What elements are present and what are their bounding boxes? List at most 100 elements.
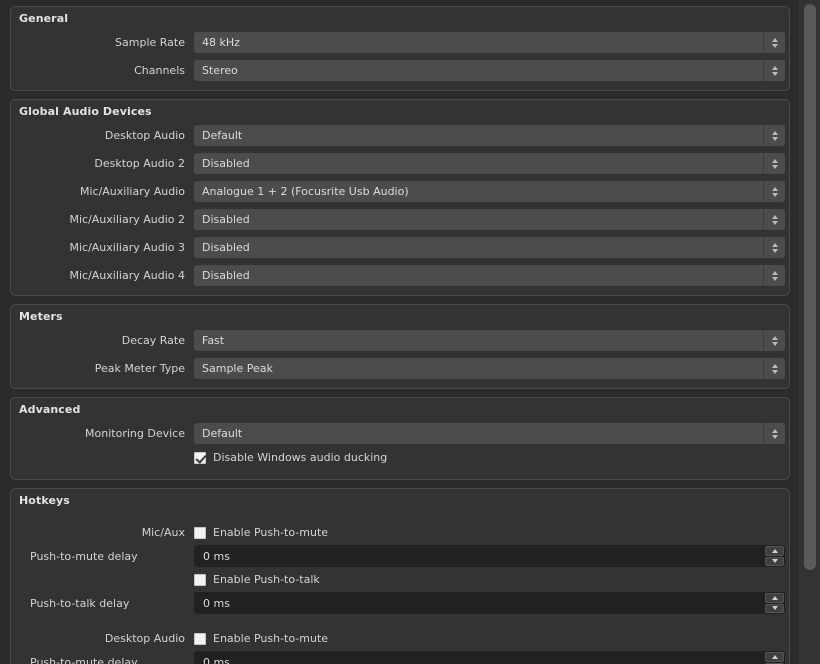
scrollbar-thumb[interactable] bbox=[804, 4, 816, 570]
hotkeys-block-mic-aux: Mic/Aux Enable Push-to-mute Push-to-mute… bbox=[11, 526, 789, 614]
group-hotkeys: Hotkeys Mic/Aux Enable Push-to-mute Push… bbox=[10, 488, 790, 664]
row-mic-auxiliary-audio-3: Mic/Auxiliary Audio 3 Disabled bbox=[11, 237, 789, 258]
label-mic-auxiliary-audio-3: Mic/Auxiliary Audio 3 bbox=[69, 241, 185, 254]
vertical-scrollbar[interactable] bbox=[798, 0, 820, 664]
label-mic-aux-push-to-talk-delay: Push-to-talk delay bbox=[30, 596, 130, 610]
row-mic-auxiliary-audio-2: Mic/Auxiliary Audio 2 Disabled bbox=[11, 209, 789, 230]
spinbox-desktop-audio-push-to-mute-delay-value: 0 ms bbox=[203, 655, 230, 664]
combobox-sample-rate-value: 48 kHz bbox=[202, 36, 240, 49]
combobox-mic-auxiliary-audio-3[interactable]: Disabled bbox=[194, 237, 785, 258]
label-sample-rate: Sample Rate bbox=[115, 36, 185, 49]
label-mic-aux-push-to-talk: Enable Push-to-talk bbox=[213, 573, 320, 586]
combobox-mic-auxiliary-audio-2[interactable]: Disabled bbox=[194, 209, 785, 230]
group-general: General Sample Rate 48 kHz Channels Ster… bbox=[10, 6, 790, 91]
label-mic-auxiliary-audio: Mic/Auxiliary Audio bbox=[79, 185, 185, 198]
group-title-advanced: Advanced bbox=[19, 403, 81, 416]
spinner-up-icon[interactable] bbox=[765, 652, 784, 662]
row-mic-auxiliary-audio: Mic/Auxiliary Audio Analogue 1 + 2 (Focu… bbox=[11, 181, 789, 202]
spinner-down-icon[interactable] bbox=[765, 603, 784, 613]
group-advanced: Advanced Monitoring Device Default Disab… bbox=[10, 397, 790, 480]
label-mic-aux-push-to-mute: Enable Push-to-mute bbox=[213, 526, 329, 539]
chevron-updown-icon[interactable] bbox=[763, 209, 785, 230]
chevron-updown-icon[interactable] bbox=[763, 32, 785, 53]
combobox-mic-auxiliary-audio[interactable]: Analogue 1 + 2 (Focusrite Usb Audio) bbox=[194, 181, 785, 202]
row-mic-auxiliary-audio-4: Mic/Auxiliary Audio 4 Disabled bbox=[11, 265, 789, 286]
label-mic-auxiliary-audio-4: Mic/Auxiliary Audio 4 bbox=[69, 269, 185, 282]
chevron-updown-icon[interactable] bbox=[763, 265, 785, 286]
row-monitoring-device: Monitoring Device Default bbox=[11, 423, 789, 444]
group-title-global-audio-devices: Global Audio Devices bbox=[19, 105, 152, 118]
combobox-desktop-audio-2-value: Disabled bbox=[202, 157, 250, 170]
chevron-updown-icon[interactable] bbox=[763, 358, 785, 379]
combobox-channels-value: Stereo bbox=[202, 64, 238, 77]
row-mic-aux-push-to-talk: Enable Push-to-talk bbox=[11, 573, 789, 586]
group-meters: Meters Decay Rate Fast Peak Meter Type S… bbox=[10, 304, 790, 389]
label-desktop-audio-hotkeys: Desktop Audio bbox=[104, 632, 185, 645]
chevron-updown-icon[interactable] bbox=[763, 181, 785, 202]
settings-scroll-viewport: General Sample Rate 48 kHz Channels Ster… bbox=[0, 0, 798, 664]
hotkeys-block-desktop-audio: Desktop Audio Enable Push-to-mute Push-t… bbox=[11, 632, 789, 664]
combobox-channels[interactable]: Stereo bbox=[194, 60, 785, 81]
group-global-audio-devices: Global Audio Devices Desktop Audio Defau… bbox=[10, 99, 790, 296]
combobox-mic-auxiliary-audio-value: Analogue 1 + 2 (Focusrite Usb Audio) bbox=[202, 185, 409, 198]
chevron-updown-icon[interactable] bbox=[763, 423, 785, 444]
label-desktop-audio: Desktop Audio bbox=[104, 129, 185, 142]
label-monitoring-device: Monitoring Device bbox=[85, 427, 185, 440]
combobox-desktop-audio-value: Default bbox=[202, 129, 243, 142]
chevron-updown-icon[interactable] bbox=[763, 153, 785, 174]
label-desktop-audio-push-to-mute-delay: Push-to-mute delay bbox=[30, 655, 138, 664]
label-desktop-audio-2: Desktop Audio 2 bbox=[94, 157, 185, 170]
group-title-meters: Meters bbox=[19, 310, 63, 323]
label-peak-meter-type: Peak Meter Type bbox=[94, 362, 185, 375]
combobox-mic-auxiliary-audio-3-value: Disabled bbox=[202, 241, 250, 254]
label-mic-aux-push-to-mute-delay: Push-to-mute delay bbox=[30, 549, 138, 563]
combobox-mic-auxiliary-audio-4-value: Disabled bbox=[202, 269, 250, 282]
row-peak-meter-type: Peak Meter Type Sample Peak bbox=[11, 358, 789, 379]
label-mic-auxiliary-audio-2: Mic/Auxiliary Audio 2 bbox=[69, 213, 185, 226]
row-sample-rate: Sample Rate 48 kHz bbox=[11, 32, 789, 53]
row-desktop-audio-2: Desktop Audio 2 Disabled bbox=[11, 153, 789, 174]
row-channels: Channels Stereo bbox=[11, 60, 789, 81]
spinbox-mic-aux-push-to-mute-delay[interactable]: 0 ms bbox=[194, 545, 785, 567]
row-mic-aux-push-to-mute: Mic/Aux Enable Push-to-mute bbox=[11, 526, 789, 539]
checkbox-mic-aux-push-to-talk[interactable] bbox=[194, 573, 206, 586]
spinner-up-icon[interactable] bbox=[765, 546, 784, 556]
chevron-updown-icon[interactable] bbox=[763, 330, 785, 351]
spinbox-mic-aux-push-to-mute-delay-value: 0 ms bbox=[203, 549, 230, 563]
combobox-peak-meter-type[interactable]: Sample Peak bbox=[194, 358, 785, 379]
label-mic-aux: Mic/Aux bbox=[141, 526, 185, 539]
combobox-mic-auxiliary-audio-4[interactable]: Disabled bbox=[194, 265, 785, 286]
group-title-general: General bbox=[19, 12, 69, 25]
checkbox-disable-windows-audio-ducking[interactable] bbox=[194, 451, 206, 464]
combobox-peak-meter-type-value: Sample Peak bbox=[202, 362, 273, 375]
row-mic-aux-push-to-mute-delay: Push-to-mute delay 0 ms bbox=[11, 545, 789, 567]
combobox-sample-rate[interactable]: 48 kHz bbox=[194, 32, 785, 53]
spinbox-mic-aux-push-to-talk-delay[interactable]: 0 ms bbox=[194, 592, 785, 614]
label-channels: Channels bbox=[134, 64, 185, 77]
combobox-decay-rate[interactable]: Fast bbox=[194, 330, 785, 351]
row-desktop-audio: Desktop Audio Default bbox=[11, 125, 789, 146]
label-decay-rate: Decay Rate bbox=[121, 334, 185, 347]
spinbox-desktop-audio-push-to-mute-delay[interactable]: 0 ms bbox=[194, 651, 785, 664]
spinner-up-icon[interactable] bbox=[765, 593, 784, 603]
label-desktop-audio-push-to-mute: Enable Push-to-mute bbox=[213, 632, 329, 645]
combobox-monitoring-device[interactable]: Default bbox=[194, 423, 785, 444]
chevron-updown-icon[interactable] bbox=[763, 60, 785, 81]
audio-settings-content: General Sample Rate 48 kHz Channels Ster… bbox=[0, 0, 798, 664]
combobox-monitoring-device-value: Default bbox=[202, 427, 243, 440]
checkbox-mic-aux-push-to-mute[interactable] bbox=[194, 526, 206, 539]
row-disable-windows-audio-ducking: Disable Windows audio ducking bbox=[11, 451, 789, 464]
chevron-updown-icon[interactable] bbox=[763, 237, 785, 258]
combobox-desktop-audio[interactable]: Default bbox=[194, 125, 785, 146]
group-title-hotkeys: Hotkeys bbox=[19, 494, 70, 507]
label-disable-windows-audio-ducking: Disable Windows audio ducking bbox=[213, 451, 388, 464]
chevron-updown-icon[interactable] bbox=[763, 125, 785, 146]
row-desktop-audio-push-to-mute: Desktop Audio Enable Push-to-mute bbox=[11, 632, 789, 645]
checkbox-desktop-audio-push-to-mute[interactable] bbox=[194, 632, 206, 645]
spinner-down-icon[interactable] bbox=[765, 556, 784, 566]
combobox-desktop-audio-2[interactable]: Disabled bbox=[194, 153, 785, 174]
row-desktop-audio-push-to-mute-delay: Push-to-mute delay 0 ms bbox=[11, 651, 789, 664]
row-mic-aux-push-to-talk-delay: Push-to-talk delay 0 ms bbox=[11, 592, 789, 614]
combobox-decay-rate-value: Fast bbox=[202, 334, 225, 347]
spinbox-mic-aux-push-to-talk-delay-value: 0 ms bbox=[203, 596, 230, 610]
